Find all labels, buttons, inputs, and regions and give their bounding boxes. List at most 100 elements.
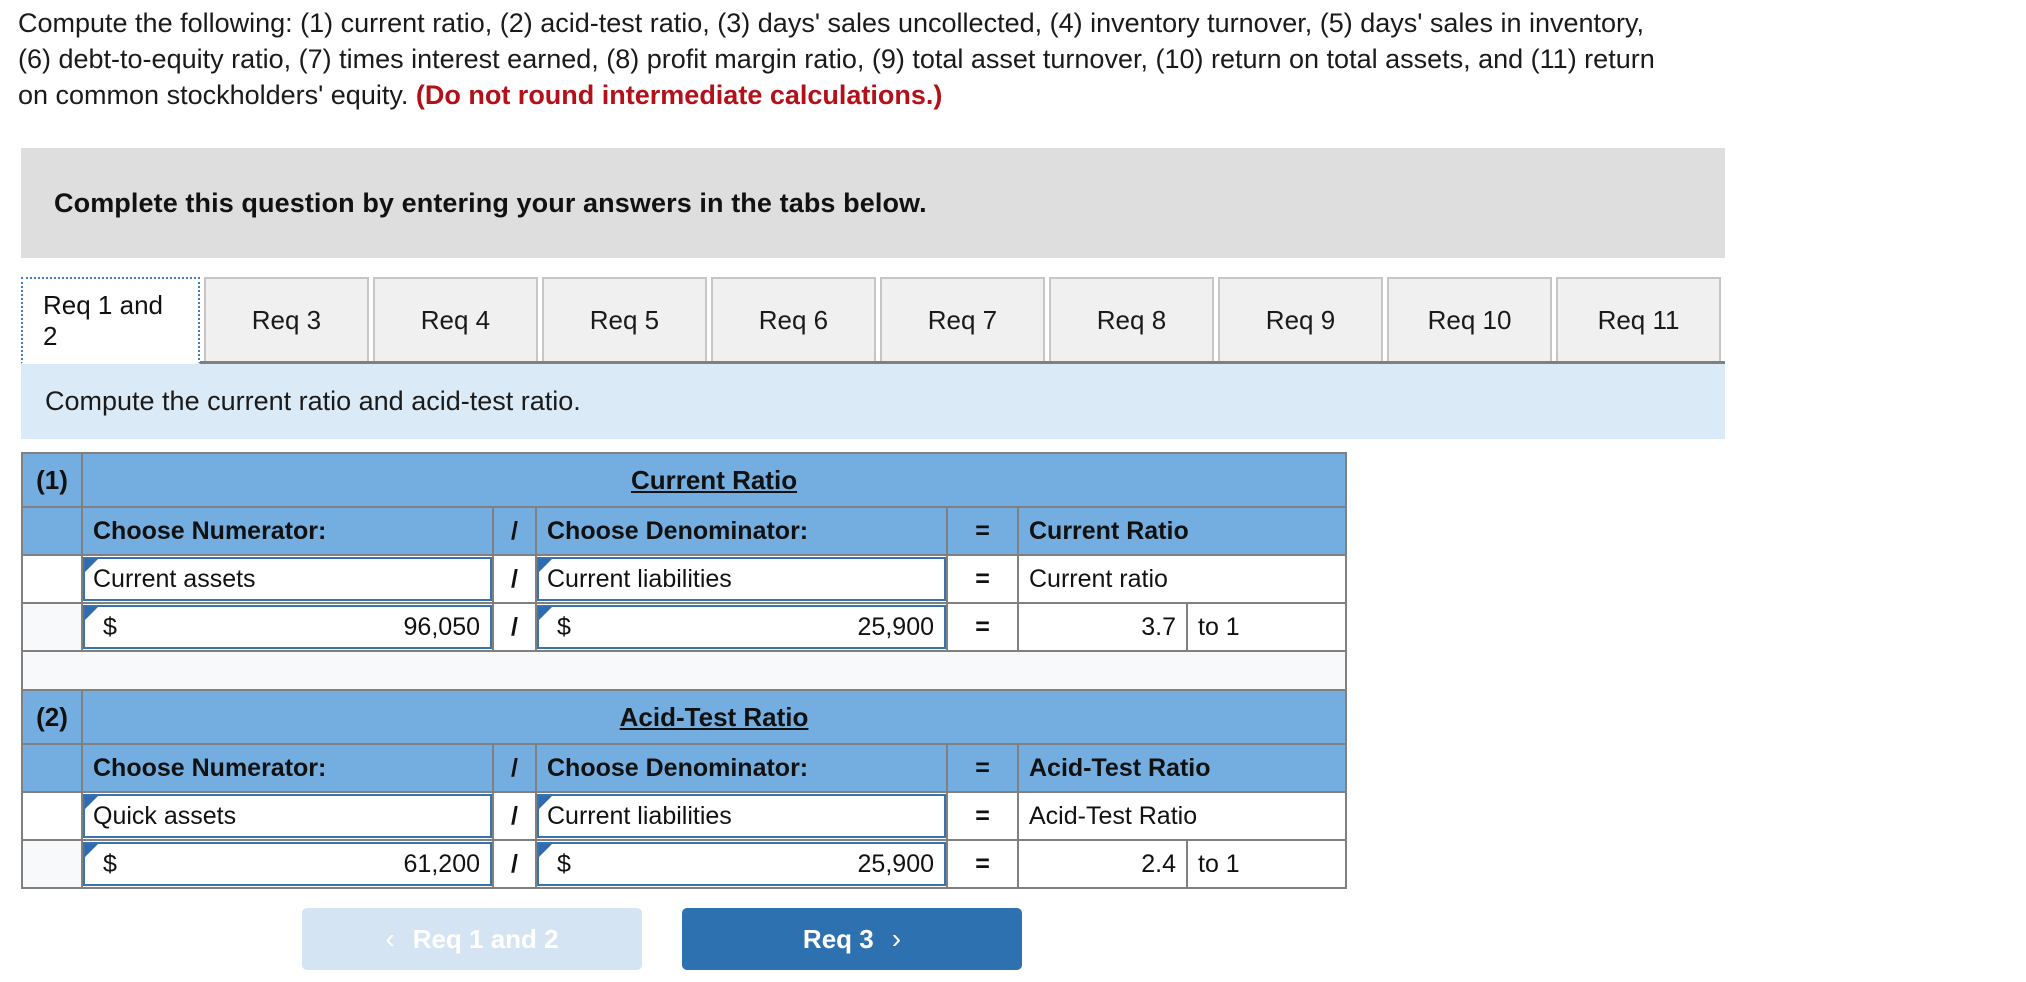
tab-req-8[interactable]: Req 8	[1048, 277, 1214, 361]
tab-req-6[interactable]: Req 6	[710, 277, 876, 361]
result-value-cell[interactable]: 3.7	[1017, 602, 1188, 652]
header-denominator: Choose Denominator:	[535, 506, 948, 556]
tab-label: Req 9	[1265, 304, 1336, 335]
denominator-amount-input[interactable]: $ 25,900	[537, 842, 946, 886]
instruction-banner: Complete this question by entering your …	[21, 148, 1725, 258]
header-equals-operator: =	[946, 506, 1019, 556]
navigation-footer: ‹ Req 1 and 2 Req 3 ›	[0, 908, 1324, 970]
header-result: Acid-Test Ratio	[1016, 743, 1348, 793]
tab-label: Req 7	[927, 304, 998, 335]
denominator-label-cell[interactable]: Current liabilities	[535, 554, 948, 604]
tab-instruction-text: Compute the current ratio and acid-test …	[45, 386, 581, 416]
result-unit: to 1	[1198, 612, 1240, 641]
header-spacer	[21, 506, 83, 556]
numerator-amount-cell[interactable]: $ 96,050	[81, 602, 494, 652]
tab-req-4[interactable]: Req 4	[372, 277, 538, 361]
numerator-amount-cell[interactable]: $ 61,200	[81, 839, 494, 889]
tab-label: Req 4	[420, 304, 491, 335]
divide-operator: /	[492, 791, 537, 841]
table-value-row: $ 96,050 / $ 25,900 = 3.7 to 1	[21, 602, 1348, 652]
denominator-amount-cell[interactable]: $ 25,900	[535, 602, 948, 652]
divide-operator: /	[492, 839, 537, 889]
dropdown-marker-icon	[85, 607, 98, 620]
tab-label: Req 5	[589, 304, 660, 335]
instruction-banner-text: Complete this question by entering your …	[54, 187, 927, 218]
table-label-row: Quick assets / Current liabilities = Aci…	[21, 791, 1348, 841]
table-index-label: (2)	[21, 689, 83, 745]
table-title-cell: Acid-Test Ratio	[80, 689, 1348, 745]
denominator-select[interactable]: Current liabilities	[537, 794, 946, 838]
equals-operator: =	[946, 839, 1019, 889]
question-prompt: Compute the following: (1) current ratio…	[0, 0, 1960, 114]
divide-operator: /	[492, 554, 537, 604]
table-title-row: (1) Current Ratio	[21, 452, 1348, 508]
table-index-label: (1)	[21, 452, 83, 508]
previous-requirement-label: Req 1 and 2	[412, 923, 559, 954]
tab-req-10[interactable]: Req 10	[1387, 277, 1553, 361]
tab-req-7[interactable]: Req 7	[879, 277, 1045, 361]
header-numerator: Choose Numerator:	[81, 743, 494, 793]
table-title: Current Ratio	[630, 464, 798, 495]
tab-req-11[interactable]: Req 11	[1556, 277, 1722, 361]
denominator-label-value: Current liabilities	[547, 801, 732, 830]
dropdown-marker-icon	[85, 559, 98, 572]
numerator-select[interactable]: Quick assets	[83, 794, 492, 838]
result-unit-cell: to 1	[1185, 602, 1348, 652]
result-value: 3.7	[1141, 612, 1176, 641]
result-label-cell: Acid-Test Ratio	[1016, 791, 1348, 841]
result-value-cell[interactable]: 2.4	[1017, 839, 1188, 889]
result-label-value: Acid-Test Ratio	[1029, 801, 1198, 830]
tab-label: Req 1 and 2	[43, 289, 163, 351]
header-divide-operator: /	[492, 506, 537, 556]
tab-req-5[interactable]: Req 5	[541, 277, 707, 361]
result-unit: to 1	[1198, 849, 1240, 878]
numerator-amount-value: 96,050	[403, 612, 480, 641]
table-spacer-cell	[20, 650, 1348, 694]
dropdown-marker-icon	[539, 796, 552, 809]
dropdown-marker-icon	[85, 844, 98, 857]
table-title-row: (2) Acid-Test Ratio	[21, 689, 1348, 745]
numerator-select[interactable]: Current assets	[83, 557, 492, 601]
prompt-line-1: Compute the following: (1) current ratio…	[18, 8, 1645, 38]
numerator-label-cell[interactable]: Current assets	[81, 554, 494, 604]
tab-req-9[interactable]: Req 9	[1217, 277, 1383, 361]
denominator-select[interactable]: Current liabilities	[537, 557, 946, 601]
tab-label: Req 11	[1597, 304, 1680, 335]
tab-label: Req 8	[1096, 304, 1167, 335]
header-numerator: Choose Numerator:	[81, 506, 494, 556]
requirement-tabs: Req 1 and 2 Req 3 Req 4 Req 5 Req 6 Req …	[21, 274, 1725, 364]
table-value-row: $ 61,200 / $ 25,900 = 2.4 to 1	[21, 839, 1348, 889]
prompt-line-3-text: on common stockholders' equity.	[18, 79, 416, 110]
equals-operator: =	[946, 554, 1019, 604]
denominator-label-cell[interactable]: Current liabilities	[535, 791, 948, 841]
tab-label: Req 3	[251, 304, 322, 335]
row-spacer	[21, 554, 83, 604]
dropdown-marker-icon	[539, 607, 552, 620]
prompt-emphasis-note: (Do not round intermediate calculations.…	[415, 79, 943, 110]
result-value: 2.4	[1141, 849, 1176, 878]
row-spacer	[21, 839, 83, 889]
numerator-amount-input[interactable]: $ 96,050	[83, 605, 492, 649]
next-requirement-button[interactable]: Req 3 ›	[682, 908, 1022, 970]
dropdown-marker-icon	[85, 796, 98, 809]
table-title: Acid-Test Ratio	[619, 701, 809, 732]
previous-requirement-button[interactable]: ‹ Req 1 and 2	[302, 908, 642, 970]
numerator-amount-input[interactable]: $ 61,200	[83, 842, 492, 886]
tab-req-1-and-2[interactable]: Req 1 and 2	[21, 277, 200, 364]
table-title-cell: Current Ratio	[80, 452, 1348, 508]
denominator-amount-input[interactable]: $ 25,900	[537, 605, 946, 649]
numerator-label-cell[interactable]: Quick assets	[81, 791, 494, 841]
equals-operator: =	[946, 791, 1019, 841]
tab-req-3[interactable]: Req 3	[203, 277, 369, 361]
table-label-row: Current assets / Current liabilities = C…	[21, 554, 1348, 604]
header-result: Current Ratio	[1016, 506, 1348, 556]
table-header-row: Choose Numerator: / Choose Denominator: …	[21, 743, 1348, 793]
result-label-cell: Current ratio	[1016, 554, 1348, 604]
header-equals-operator: =	[946, 743, 1019, 793]
numerator-label-value: Quick assets	[93, 801, 237, 830]
result-label-value: Current ratio	[1029, 564, 1168, 593]
denominator-amount-cell[interactable]: $ 25,900	[535, 839, 948, 889]
tab-instruction-band: Compute the current ratio and acid-test …	[21, 364, 1725, 439]
denominator-amount-value: 25,900	[857, 612, 934, 641]
result-unit-cell: to 1	[1185, 839, 1348, 889]
